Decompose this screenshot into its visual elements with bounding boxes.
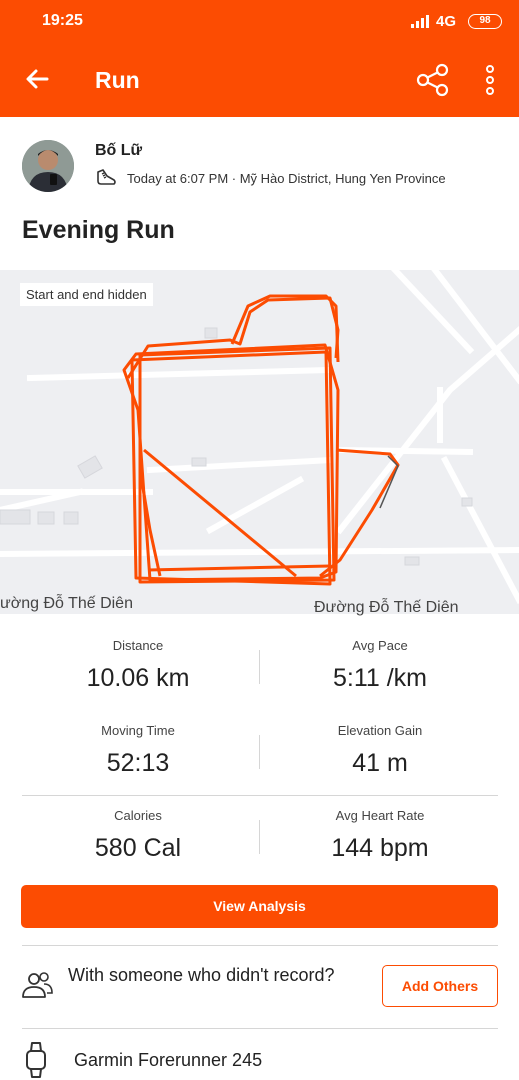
shoe-icon <box>97 169 116 185</box>
stat-value: 52:13 <box>106 749 170 777</box>
stat-calories: Calories 580 Cal <box>18 808 258 863</box>
app-bar: Run <box>0 42 519 117</box>
view-analysis-button[interactable]: View Analysis <box>21 885 498 928</box>
stat-value: 5:11 /km <box>332 664 428 692</box>
athlete-name[interactable]: Bố Lữ <box>95 142 142 160</box>
activity-title: Evening Run <box>22 216 175 244</box>
signal-icon <box>411 15 429 28</box>
map-note: Start and end hidden <box>20 283 153 306</box>
network-type: 4G <box>436 13 457 30</box>
stat-value: 10.06 km <box>86 664 190 692</box>
others-prompt: With someone who didn't record? <box>68 965 335 985</box>
more-vertical-icon[interactable] <box>478 62 502 98</box>
route-map[interactable] <box>0 270 519 614</box>
stat-label: Avg Pace <box>352 638 408 653</box>
device-name: Garmin Forerunner 245 <box>74 1050 263 1070</box>
stats-row: Distance 10.06 km Avg Pace 5:11 /km <box>0 638 519 723</box>
stat-avg-pace: Avg Pace 5:11 /km <box>260 638 500 693</box>
status-bar: 19:25 4G 98 <box>0 0 519 42</box>
people-icon <box>22 972 53 998</box>
share-icon[interactable] <box>415 62 451 98</box>
road-label-left: ường Đỗ Thế Diên <box>0 595 133 612</box>
battery-icon: 98 <box>468 14 502 29</box>
map-canvas <box>0 270 519 605</box>
stat-distance: Distance 10.06 km <box>18 638 258 693</box>
watch-icon <box>26 1042 46 1078</box>
divider <box>22 945 498 946</box>
stat-value: 144 bpm <box>331 834 429 862</box>
stat-avg-heart-rate: Avg Heart Rate 144 bpm <box>260 808 500 863</box>
activity-meta: Today at 6:07 PM · Mỹ Hào District, Hung… <box>127 171 446 186</box>
stat-elevation-gain: Elevation Gain 41 m <box>260 723 500 778</box>
stats-row: Calories 580 Cal Avg Heart Rate 144 bpm <box>0 808 519 893</box>
stat-value: 580 Cal <box>94 834 182 862</box>
road-label-right: Đường Đỗ Thế Diên <box>314 599 459 616</box>
stat-label: Moving Time <box>101 723 175 738</box>
status-time: 19:25 <box>42 12 83 29</box>
stat-moving-time: Moving Time 52:13 <box>18 723 258 778</box>
back-arrow-icon[interactable] <box>22 64 52 94</box>
divider <box>22 795 498 796</box>
avatar[interactable] <box>22 140 74 192</box>
stat-value: 41 m <box>352 749 408 777</box>
divider <box>22 1028 498 1029</box>
page-title: Run <box>95 67 140 93</box>
add-others-button[interactable]: Add Others <box>382 965 498 1007</box>
stat-label: Calories <box>114 808 162 823</box>
stat-label: Avg Heart Rate <box>335 808 425 823</box>
stat-label: Distance <box>112 638 164 653</box>
stat-label: Elevation Gain <box>337 723 423 738</box>
